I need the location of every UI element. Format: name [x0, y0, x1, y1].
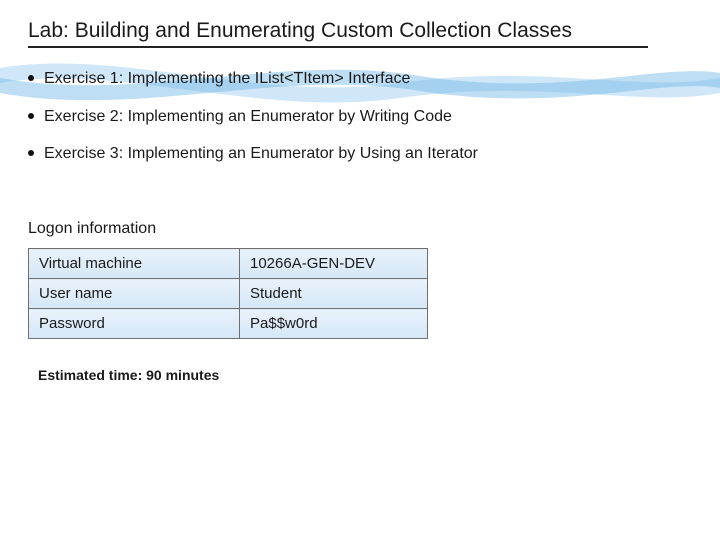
- exercise-item: Exercise 2: Implementing an Enumerator b…: [28, 106, 648, 128]
- slide-title: Lab: Building and Enumerating Custom Col…: [28, 18, 648, 48]
- logon-value: Student: [240, 279, 428, 309]
- estimated-time: Estimated time: 90 minutes: [38, 367, 692, 383]
- logon-heading: Logon information: [28, 220, 692, 238]
- logon-label: Virtual machine: [29, 249, 240, 279]
- exercise-list: Exercise 1: Implementing the IList<TItem…: [28, 68, 648, 165]
- logon-label: User name: [29, 279, 240, 309]
- table-row: User name Student: [29, 279, 428, 309]
- logon-value: 10266A-GEN-DEV: [240, 249, 428, 279]
- logon-table: Virtual machine 10266A-GEN-DEV User name…: [28, 248, 428, 339]
- logon-label: Password: [29, 309, 240, 339]
- logon-value: Pa$$w0rd: [240, 309, 428, 339]
- slide: Lab: Building and Enumerating Custom Col…: [0, 0, 720, 540]
- table-row: Password Pa$$w0rd: [29, 309, 428, 339]
- exercise-item: Exercise 1: Implementing the IList<TItem…: [28, 68, 648, 90]
- table-row: Virtual machine 10266A-GEN-DEV: [29, 249, 428, 279]
- exercise-item: Exercise 3: Implementing an Enumerator b…: [28, 143, 648, 165]
